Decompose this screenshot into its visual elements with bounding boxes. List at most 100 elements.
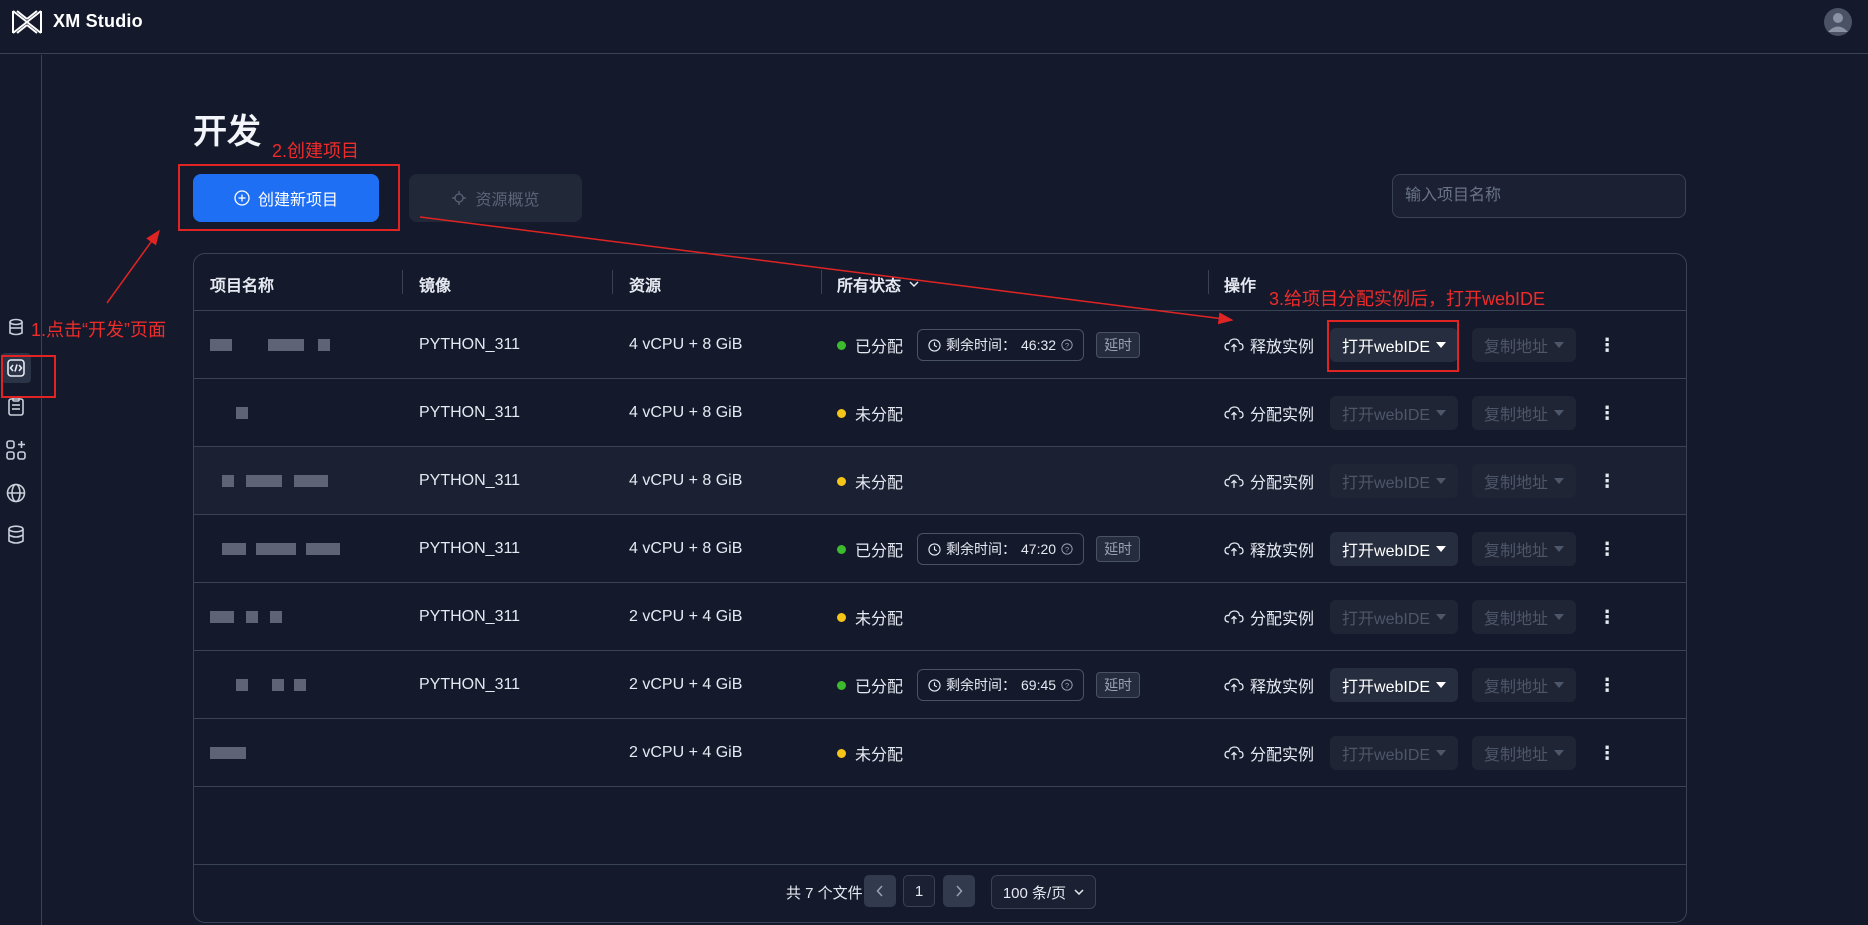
release-instance-label: 释放实例 <box>1250 679 1315 696</box>
open-webide-button[interactable]: 打开webIDE <box>1330 532 1459 566</box>
release-instance-label: 释放实例 <box>1250 543 1315 560</box>
timer-value: 47:20 <box>1021 541 1057 557</box>
timer-value: 69:45 <box>1021 677 1057 693</box>
project-name-redacted[interactable] <box>210 515 340 583</box>
more-vertical-icon[interactable]: ⋮ <box>1598 403 1616 424</box>
image-cell: PYTHON_311 <box>419 608 521 625</box>
remaining-time: 剩余时间： 47:20 ? <box>917 533 1085 565</box>
help-icon[interactable]: ? <box>1061 543 1073 555</box>
globe-icon[interactable] <box>4 481 28 505</box>
table-row: PYTHON_311 2 vCPU + 4 GiB 未分配 分配实例 打开web… <box>194 583 1686 651</box>
header-project-name: 项目名称 <box>210 278 275 295</box>
project-name-redacted[interactable] <box>210 583 282 651</box>
chevron-right-icon <box>956 885 963 897</box>
copy-address-button[interactable]: 复制地址 <box>1472 396 1577 430</box>
open-webide-label: 打开webIDE <box>1342 679 1431 696</box>
table-row: PYTHON_311 2 vCPU + 4 GiB 已分配 剩余时间： 69:45… <box>194 651 1686 719</box>
resource-overview-button[interactable]: 资源概览 <box>409 174 582 222</box>
cloud-upload-icon <box>1224 338 1244 352</box>
copy-address-button[interactable]: 复制地址 <box>1472 600 1577 634</box>
current-page[interactable]: 1 <box>903 875 935 907</box>
redacted-block <box>256 543 296 555</box>
status-dot <box>837 680 846 690</box>
operations-cell: 释放实例 打开webIDE 复制地址 ⋮ <box>1224 515 1616 583</box>
status-text: 未分配 <box>855 475 904 492</box>
project-search-input[interactable] <box>1392 174 1686 218</box>
more-vertical-icon[interactable]: ⋮ <box>1598 675 1616 696</box>
header-divider <box>821 270 822 294</box>
remaining-time: 剩余时间： 46:32 ? <box>917 329 1085 361</box>
release-instance-button[interactable]: 释放实例 <box>1224 333 1314 357</box>
project-name-redacted[interactable] <box>210 311 330 379</box>
page-title: 开发 <box>193 113 261 151</box>
next-page-button[interactable] <box>943 875 975 907</box>
status-dot <box>837 340 846 350</box>
extend-time-button[interactable]: 延时 <box>1096 672 1141 698</box>
apps-add-icon[interactable] <box>4 438 28 462</box>
copy-address-label: 复制地址 <box>1484 543 1549 560</box>
open-webide-button[interactable]: 打开webIDE <box>1330 396 1459 430</box>
status-cell: 未分配 <box>837 583 903 651</box>
cloud-upload-icon <box>1224 542 1244 556</box>
header-divider <box>612 270 613 294</box>
more-vertical-icon[interactable]: ⋮ <box>1598 471 1616 492</box>
redacted-block <box>222 543 246 555</box>
redacted-block <box>270 611 282 623</box>
svg-text:?: ? <box>1065 341 1069 350</box>
table-row: PYTHON_311 4 vCPU + 8 GiB 已分配 剩余时间： 46:32… <box>194 311 1686 379</box>
caret-down-icon <box>1436 478 1447 484</box>
xm-logo-icon[interactable] <box>11 9 43 35</box>
copy-address-button[interactable]: 复制地址 <box>1472 532 1577 566</box>
open-webide-button[interactable]: 打开webIDE <box>1330 736 1459 770</box>
copy-address-button[interactable]: 复制地址 <box>1472 328 1577 362</box>
redacted-block <box>210 339 232 351</box>
table-row: PYTHON_311 4 vCPU + 8 GiB 已分配 剩余时间： 47:20… <box>194 515 1686 583</box>
more-vertical-icon[interactable]: ⋮ <box>1598 539 1616 560</box>
status-filter[interactable]: 所有状态 <box>837 272 919 296</box>
copy-address-button[interactable]: 复制地址 <box>1472 736 1577 770</box>
assign-instance-button[interactable]: 分配实例 <box>1224 741 1314 765</box>
more-vertical-icon[interactable]: ⋮ <box>1598 335 1616 356</box>
operations-cell: 分配实例 打开webIDE 复制地址 ⋮ <box>1224 447 1616 515</box>
timer-value: 46:32 <box>1021 337 1057 353</box>
assign-instance-button[interactable]: 分配实例 <box>1224 605 1314 629</box>
open-webide-button[interactable]: 打开webIDE <box>1330 668 1459 702</box>
extend-time-button[interactable]: 延时 <box>1096 536 1141 562</box>
cylinder-icon[interactable] <box>4 316 28 340</box>
release-instance-button[interactable]: 释放实例 <box>1224 537 1314 561</box>
project-name-redacted[interactable] <box>210 447 328 515</box>
prev-page-button[interactable] <box>864 875 896 907</box>
page-size-select[interactable]: 100 条/页 <box>991 875 1096 909</box>
assign-instance-button[interactable]: 分配实例 <box>1224 401 1314 425</box>
remaining-time: 剩余时间： 69:45 ? <box>917 669 1085 701</box>
more-vertical-icon[interactable]: ⋮ <box>1598 607 1616 628</box>
copy-address-button[interactable]: 复制地址 <box>1472 464 1577 498</box>
copy-address-label: 复制地址 <box>1484 611 1549 628</box>
release-instance-button[interactable]: 释放实例 <box>1224 673 1314 697</box>
image-cell: PYTHON_311 <box>419 676 521 693</box>
assign-instance-button[interactable]: 分配实例 <box>1224 469 1314 493</box>
extend-time-button[interactable]: 延时 <box>1096 332 1141 358</box>
caret-down-icon <box>1436 750 1447 756</box>
copy-address-button[interactable]: 复制地址 <box>1472 668 1577 702</box>
caret-down-icon <box>1436 682 1447 688</box>
status-text: 未分配 <box>855 407 904 424</box>
redacted-block <box>294 475 328 487</box>
database-icon[interactable] <box>4 523 28 547</box>
project-name-redacted[interactable] <box>210 719 246 787</box>
help-icon[interactable]: ? <box>1061 679 1073 691</box>
redacted-block <box>272 679 284 691</box>
user-avatar-icon[interactable] <box>1823 7 1853 37</box>
more-vertical-icon[interactable]: ⋮ <box>1598 743 1616 764</box>
project-name-redacted[interactable] <box>210 379 248 447</box>
caret-down-icon <box>1554 614 1565 620</box>
open-webide-button[interactable]: 打开webIDE <box>1330 464 1459 498</box>
redacted-block <box>306 543 340 555</box>
project-name-redacted[interactable] <box>210 651 306 719</box>
assign-instance-label: 分配实例 <box>1250 611 1315 628</box>
help-icon[interactable]: ? <box>1061 339 1073 351</box>
open-webide-button[interactable]: 打开webIDE <box>1330 600 1459 634</box>
header-divider <box>402 270 403 294</box>
clock-icon <box>928 542 941 556</box>
image-cell: PYTHON_311 <box>419 404 521 421</box>
